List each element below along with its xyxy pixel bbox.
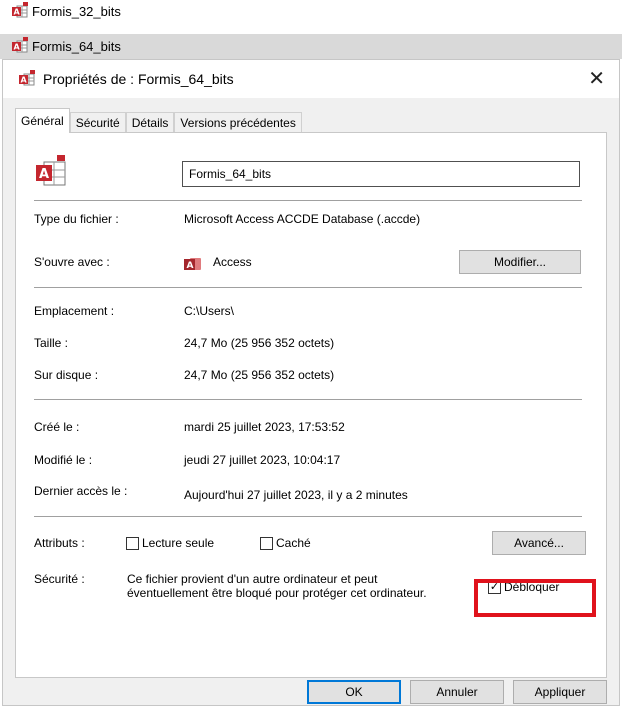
hidden-label: Caché [276, 536, 311, 550]
created-label: Créé le : [34, 420, 80, 434]
divider [34, 399, 582, 400]
accessed-label: Dernier accès le : [34, 484, 128, 498]
svg-text:A: A [14, 7, 21, 16]
tab-details[interactable]: Détails [125, 112, 175, 133]
opens-with-value: Access [213, 255, 252, 269]
disk-size-value: 24,7 Mo (25 956 352 octets) [184, 368, 335, 382]
checkbox-box[interactable] [260, 536, 273, 550]
location-label: Emplacement : [34, 304, 115, 318]
created-value: mardi 25 juillet 2023, 17:53:52 [184, 420, 345, 434]
svg-text:A: A [39, 167, 49, 182]
change-button[interactable]: Modifier... [459, 250, 581, 274]
tab-security[interactable]: Sécurité [69, 112, 126, 133]
readonly-checkbox[interactable]: Lecture seule [126, 536, 214, 550]
security-message-line: Ce fichier provient d'un autre ordinateu… [127, 572, 378, 586]
ok-button[interactable]: OK [307, 680, 401, 704]
access-db-icon: A [12, 1, 28, 21]
cancel-button[interactable]: Annuler [410, 680, 504, 704]
file-type-value: Microsoft Access ACCDE Database (.accde) [184, 212, 421, 226]
dialog-title: Propriétés de : Formis_64_bits [43, 71, 234, 87]
hidden-checkbox[interactable]: Caché [260, 536, 311, 550]
access-db-icon: A [12, 37, 28, 56]
readonly-label: Lecture seule [142, 536, 215, 550]
tab-previous-versions[interactable]: Versions précédentes [174, 112, 302, 133]
highlight-box [474, 579, 596, 617]
size-label: Taille : [34, 336, 69, 350]
security-message-line: éventuellement être bloqué pour protéger… [127, 586, 427, 600]
tab-general[interactable]: Général [15, 108, 70, 133]
modified-label: Modifié le : [34, 453, 93, 467]
location-value: C:\Users\ [184, 304, 235, 318]
accessed-value: Aujourd'hui 27 juillet 2023, il y a 2 mi… [184, 488, 408, 502]
attributes-label: Attributs : [34, 536, 85, 550]
security-message: Ce fichier provient d'un autre ordinateu… [127, 572, 472, 600]
divider [34, 287, 582, 288]
close-icon[interactable]: ✕ [588, 68, 605, 88]
opens-with-label: S'ouvre avec : [34, 255, 110, 269]
file-name: Formis_64_bits [32, 39, 121, 54]
file-list-item-selected[interactable]: A Formis_64_bits [0, 34, 622, 59]
tab-strip: Général Sécurité Détails Versions précéd… [15, 108, 302, 133]
disk-size-label: Sur disque : [34, 368, 99, 382]
file-name: Formis_32_bits [32, 3, 121, 19]
access-file-large-icon: A [35, 155, 67, 190]
security-label: Sécurité : [34, 572, 85, 586]
checkbox-box[interactable] [126, 536, 139, 550]
size-value: 24,7 Mo (25 956 352 octets) [184, 336, 335, 350]
apply-button[interactable]: Appliquer [513, 680, 607, 704]
svg-text:A: A [187, 261, 194, 271]
modified-value: jeudi 27 juillet 2023, 10:04:17 [184, 453, 341, 467]
file-name-input[interactable]: Formis_64_bits [182, 161, 580, 187]
advanced-button[interactable]: Avancé... [492, 531, 586, 555]
file-type-label: Type du fichier : [34, 212, 119, 226]
explorer-gap [0, 22, 622, 34]
divider [34, 516, 582, 517]
svg-text:A: A [14, 43, 21, 52]
divider [34, 200, 582, 201]
access-db-icon: A [19, 69, 35, 89]
properties-dialog: A Propriétés de : Formis_64_bits ✕ Génér… [2, 59, 620, 706]
svg-text:A: A [21, 75, 28, 84]
access-app-icon: A [184, 256, 202, 275]
dialog-titlebar[interactable]: A Propriétés de : Formis_64_bits ✕ [3, 60, 619, 98]
file-list-item[interactable]: A Formis_32_bits [0, 0, 622, 22]
